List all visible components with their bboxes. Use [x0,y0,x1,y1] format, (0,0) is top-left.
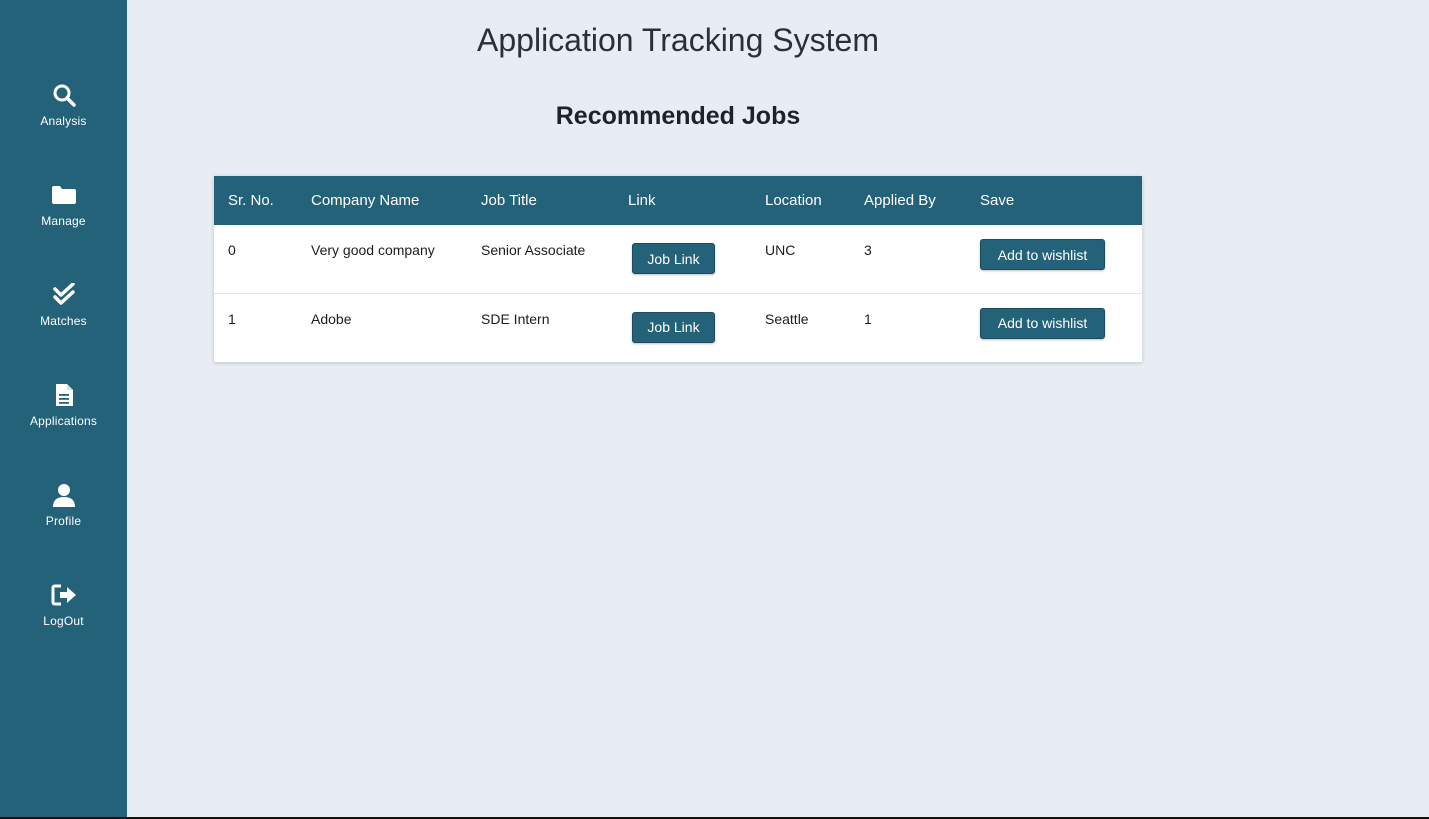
column-header: Company Name [311,192,420,209]
table-row: 1 Adobe SDE Intern Job Link Seattle 1 Ad… [214,292,1142,361]
sidebar-item-label: Matches [40,314,87,328]
column-header: Job Title [481,192,537,209]
jobs-table-card: Sr. No. Company Name Job Title Link Loca… [214,176,1142,362]
user-icon [51,482,77,508]
column-header: Sr. No. [228,192,274,209]
table-row: 0 Very good company Senior Associate Job… [214,225,1142,293]
sr-no-cell: 0 [228,242,236,258]
sidebar: Analysis Manage Matches Applications Pro… [0,0,127,817]
add-to-wishlist-button[interactable]: Add to wishlist [980,307,1105,339]
job-link-button[interactable]: Job Link [632,311,715,343]
sidebar-item-label: Manage [41,214,86,228]
job-title-cell: Senior Associate [481,242,586,258]
folder-icon [51,182,77,208]
sidebar-item-analysis[interactable]: Analysis [0,82,127,142]
column-header: Link [628,192,656,209]
sidebar-item-applications[interactable]: Applications [0,382,127,442]
logout-icon [51,582,77,608]
page-title: Application Tracking System [477,22,879,58]
table-header-row: Sr. No. Company Name Job Title Link Loca… [214,176,1142,225]
location-cell: Seattle [765,310,809,327]
add-to-wishlist-button[interactable]: Add to wishlist [980,239,1105,270]
sidebar-item-label: Analysis [40,114,87,128]
sidebar-item-logout[interactable]: LogOut [0,582,127,642]
section-title: Recommended Jobs [555,102,801,130]
applied-by-cell: 3 [864,242,872,258]
sidebar-item-label: LogOut [43,614,84,628]
job-title-cell: SDE Intern [481,310,550,327]
job-link-button[interactable]: Job Link [632,243,715,274]
double-check-icon [51,282,77,308]
location-cell: UNC [765,242,796,258]
file-text-icon [51,382,77,408]
sidebar-item-label: Applications [29,414,98,428]
sr-no-cell: 1 [228,310,236,327]
applied-by-cell: 1 [864,310,872,327]
sidebar-item-profile[interactable]: Profile [0,482,127,542]
search-icon [51,82,77,108]
jobs-table: Sr. No. Company Name Job Title Link Loca… [214,176,1142,361]
sidebar-item-matches[interactable]: Matches [0,282,127,342]
company-name-cell: Adobe [311,310,352,327]
sidebar-item-label: Profile [45,514,82,528]
column-header: Applied By [864,192,936,209]
column-header: Save [980,192,1015,209]
sidebar-item-manage[interactable]: Manage [0,182,127,242]
app-root: Analysis Manage Matches Applications Pro… [0,0,1429,819]
company-name-cell: Very good company [311,242,435,258]
column-header: Location [765,192,822,209]
